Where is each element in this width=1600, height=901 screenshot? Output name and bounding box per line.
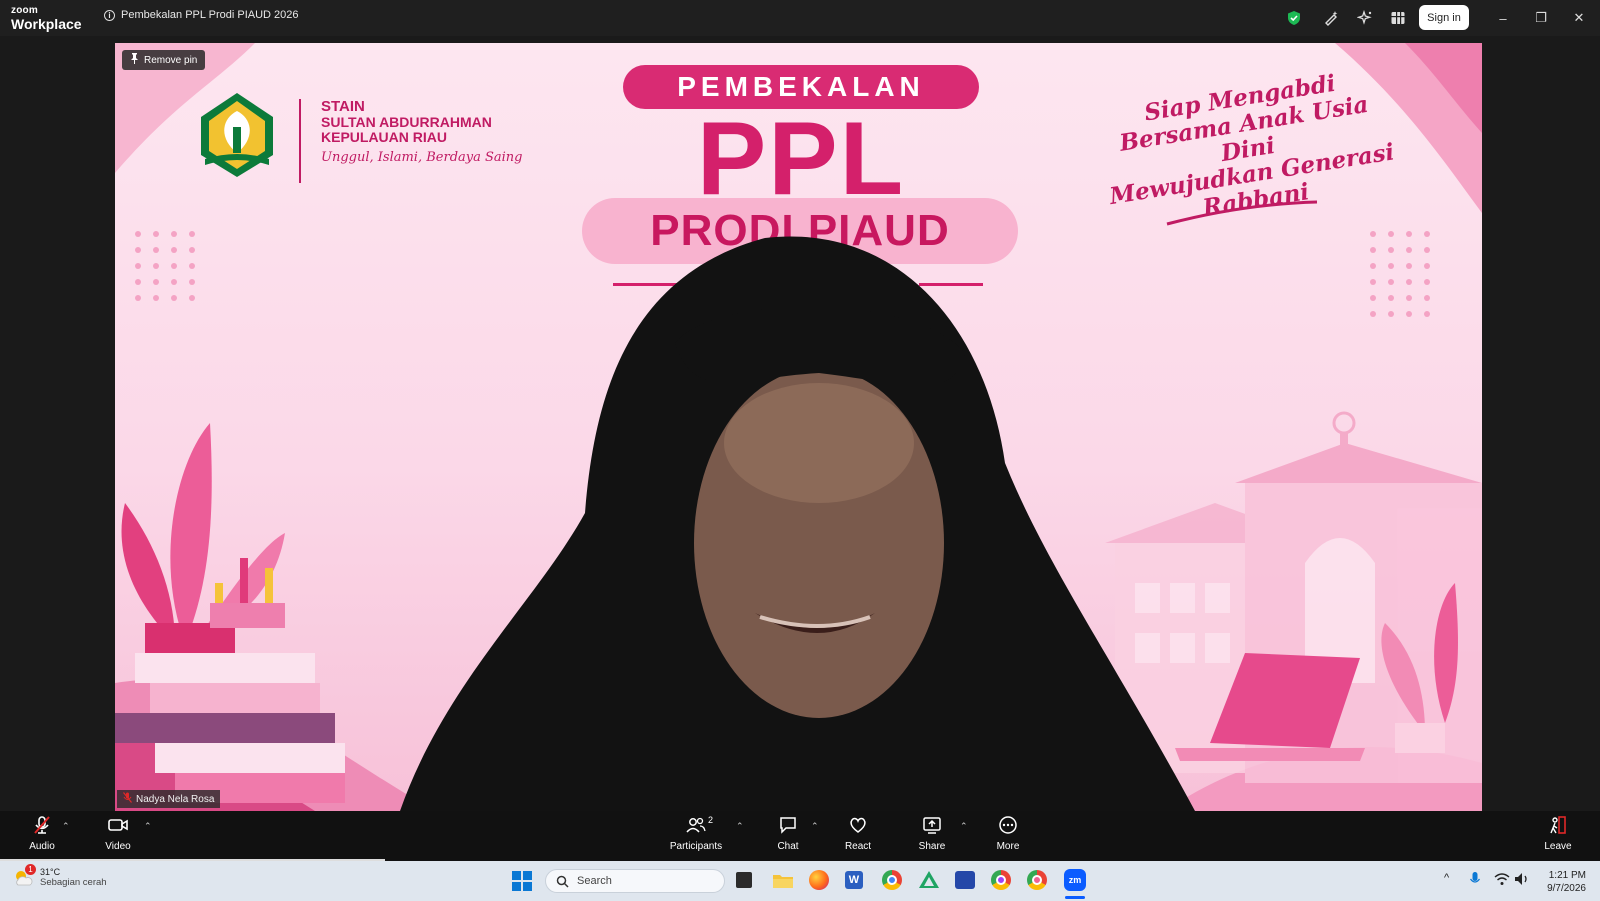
- chrome-profile2-icon[interactable]: [1027, 870, 1047, 890]
- react-button[interactable]: React: [839, 815, 877, 852]
- zoom-workplace-logo: zoom Workplace: [11, 5, 82, 32]
- clock-time: 1:21 PM: [1548, 870, 1586, 881]
- react-label: React: [844, 841, 872, 852]
- meeting-toolbar: Audio ⌃ Video ⌃ 2 Participants ⌃ Chat ⌃ …: [0, 811, 1600, 861]
- leave-button[interactable]: Leave: [1538, 815, 1578, 852]
- sign-in-button[interactable]: Sign in: [1419, 5, 1469, 30]
- meeting-title-text: Pembekalan PPL Prodi PIAUD 2026: [121, 9, 299, 21]
- microphone-tray-icon[interactable]: [1469, 871, 1481, 892]
- participants-options-chevron-icon[interactable]: ⌃: [736, 821, 744, 832]
- ai-sparkle-icon[interactable]: [1355, 8, 1375, 28]
- weather-widget[interactable]: 1 31°C Sebagian cerah: [12, 864, 107, 889]
- presenter-figure: [400, 236, 1195, 811]
- logo-top-text: zoom: [11, 5, 38, 16]
- weather-icon: 1: [12, 864, 36, 889]
- camera-icon: [108, 819, 128, 831]
- participants-icon: [686, 817, 706, 833]
- video-label: Video: [105, 841, 131, 852]
- meeting-stage: STAIN SULTAN ABDURRAHMAN KEPULAUAN RIAU …: [0, 36, 1600, 811]
- share-screen-icon: [923, 817, 941, 834]
- weather-badge: 1: [25, 864, 36, 875]
- participant-name-tag: Nadya Nela Rosa: [117, 790, 221, 808]
- restore-icon[interactable]: ❐: [1532, 9, 1550, 27]
- chrome-profile-icon[interactable]: [991, 870, 1011, 890]
- minimize-icon[interactable]: –: [1494, 9, 1512, 27]
- info-icon[interactable]: i: [104, 9, 115, 21]
- clock-date: 9/7/2026: [1547, 883, 1586, 894]
- share-options-chevron-icon[interactable]: ⌃: [960, 821, 968, 832]
- clock[interactable]: 1:21 PM 9/7/2026: [1536, 869, 1586, 895]
- heart-icon: [850, 817, 866, 833]
- pin-icon: [130, 53, 139, 67]
- close-icon[interactable]: ✕: [1570, 9, 1588, 27]
- zoom-active-indicator: [1065, 896, 1085, 899]
- search-placeholder: Search: [577, 875, 612, 887]
- more-dots-icon: [999, 816, 1017, 834]
- participant-name: Nadya Nela Rosa: [136, 793, 215, 805]
- muted-mic-icon: [123, 792, 132, 806]
- task-view-icon[interactable]: [736, 872, 752, 888]
- logo-bottom-text: Workplace: [11, 16, 82, 32]
- leave-label: Leave: [1544, 841, 1572, 852]
- more-label: More: [996, 841, 1020, 852]
- apps-grid-icon[interactable]: [1388, 8, 1408, 28]
- video-options-chevron-icon[interactable]: ⌃: [144, 821, 152, 832]
- drive-icon[interactable]: [918, 870, 940, 895]
- chrome-icon[interactable]: [882, 870, 902, 890]
- chat-button[interactable]: Chat: [770, 815, 806, 852]
- firefox-icon[interactable]: [809, 870, 829, 890]
- participant-video[interactable]: STAIN SULTAN ABDURRAHMAN KEPULAUAN RIAU …: [115, 43, 1482, 811]
- zoom-app-icon[interactable]: zm: [1064, 869, 1086, 891]
- remove-pin-button[interactable]: Remove pin: [122, 50, 206, 70]
- volume-icon[interactable]: [1514, 872, 1530, 891]
- remove-pin-label: Remove pin: [144, 54, 198, 66]
- pen-sparkle-icon[interactable]: [1321, 8, 1341, 28]
- weather-text: 31°C Sebagian cerah: [40, 867, 107, 888]
- audio-button[interactable]: Audio: [22, 815, 62, 852]
- shield-check-icon[interactable]: [1284, 8, 1304, 28]
- audio-options-chevron-icon[interactable]: ⌃: [62, 821, 70, 832]
- participants-button[interactable]: 2 Participants: [666, 815, 726, 852]
- chat-icon: [780, 817, 796, 834]
- leave-icon: [1550, 816, 1566, 834]
- chat-label: Chat: [777, 841, 799, 852]
- share-label: Share: [918, 841, 946, 852]
- start-windows-icon[interactable]: [512, 871, 532, 896]
- search-icon: [556, 875, 569, 888]
- wifi-icon[interactable]: [1494, 872, 1510, 891]
- weather-desc: Sebagian cerah: [40, 876, 107, 888]
- taskbar-search-box[interactable]: Search: [545, 869, 725, 893]
- participants-label: Participants: [669, 841, 723, 852]
- word-icon[interactable]: W: [845, 871, 863, 889]
- app-icon[interactable]: [955, 871, 975, 889]
- more-button[interactable]: More: [990, 815, 1026, 852]
- participants-count: 2: [708, 815, 714, 825]
- audio-label: Audio: [29, 841, 55, 852]
- file-explorer-icon[interactable]: [772, 871, 794, 896]
- chat-options-chevron-icon[interactable]: ⌃: [811, 821, 819, 832]
- video-button[interactable]: Video: [98, 815, 138, 852]
- title-bar: zoom Workplace i Pembekalan PPL Prodi PI…: [0, 0, 1600, 36]
- share-button[interactable]: Share: [912, 815, 952, 852]
- mic-muted-icon: [34, 816, 50, 834]
- tray-overflow-chevron-icon[interactable]: ^: [1444, 872, 1449, 884]
- windows-taskbar: 1 31°C Sebagian cerah Search W zm ^ 1:21…: [0, 861, 1600, 901]
- meeting-title[interactable]: i Pembekalan PPL Prodi PIAUD 2026: [104, 9, 299, 21]
